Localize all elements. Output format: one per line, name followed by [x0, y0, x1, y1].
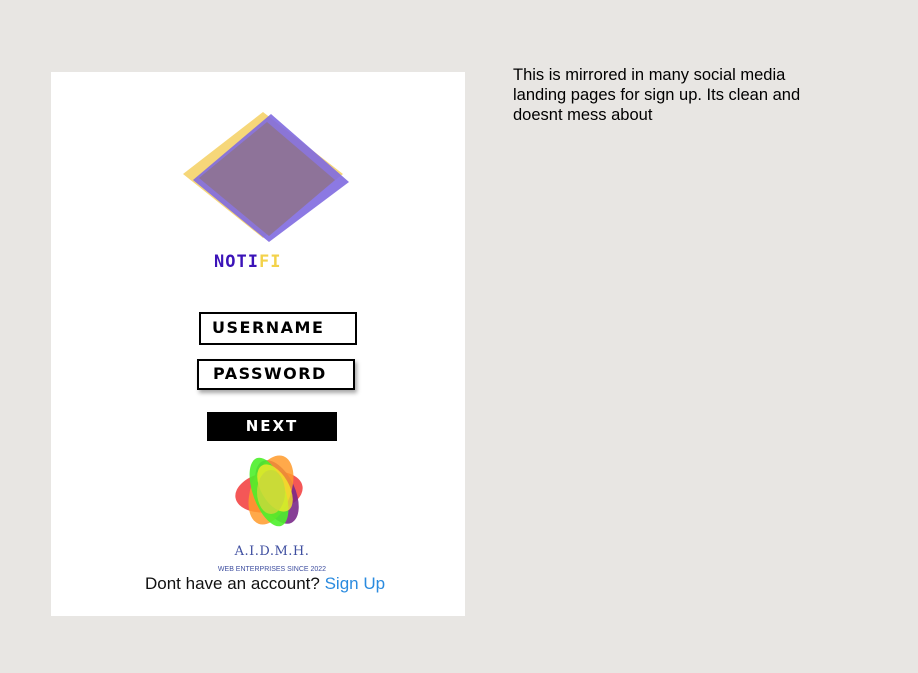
brand-part-two: FI: [258, 252, 282, 272]
annotation-note: This is mirrored in many social media la…: [513, 66, 801, 124]
brand-wordmark: NOTIFI: [214, 252, 281, 272]
signup-prompt-line: Dont have an account? Sign Up: [145, 574, 385, 594]
signup-link[interactable]: Sign Up: [325, 574, 385, 593]
signup-prompt: Dont have an account?: [145, 574, 320, 593]
username-field[interactable]: USERNAME: [199, 312, 357, 345]
next-button[interactable]: NEXT: [207, 412, 337, 441]
password-field[interactable]: PASSWORD: [197, 359, 355, 390]
enterprise-logo-icon: [235, 455, 303, 527]
brand-part-one: NOTI: [214, 252, 259, 272]
signup-card: NOTIFI USERNAME PASSWORD NEXT A.I.D.M.H.…: [51, 72, 465, 616]
notifi-diamond-logo: [183, 112, 349, 242]
enterprise-tagline: WEB ENTERPRISES SINCE 2022: [217, 566, 327, 573]
enterprise-name: A.I.D.M.H.: [234, 544, 310, 559]
